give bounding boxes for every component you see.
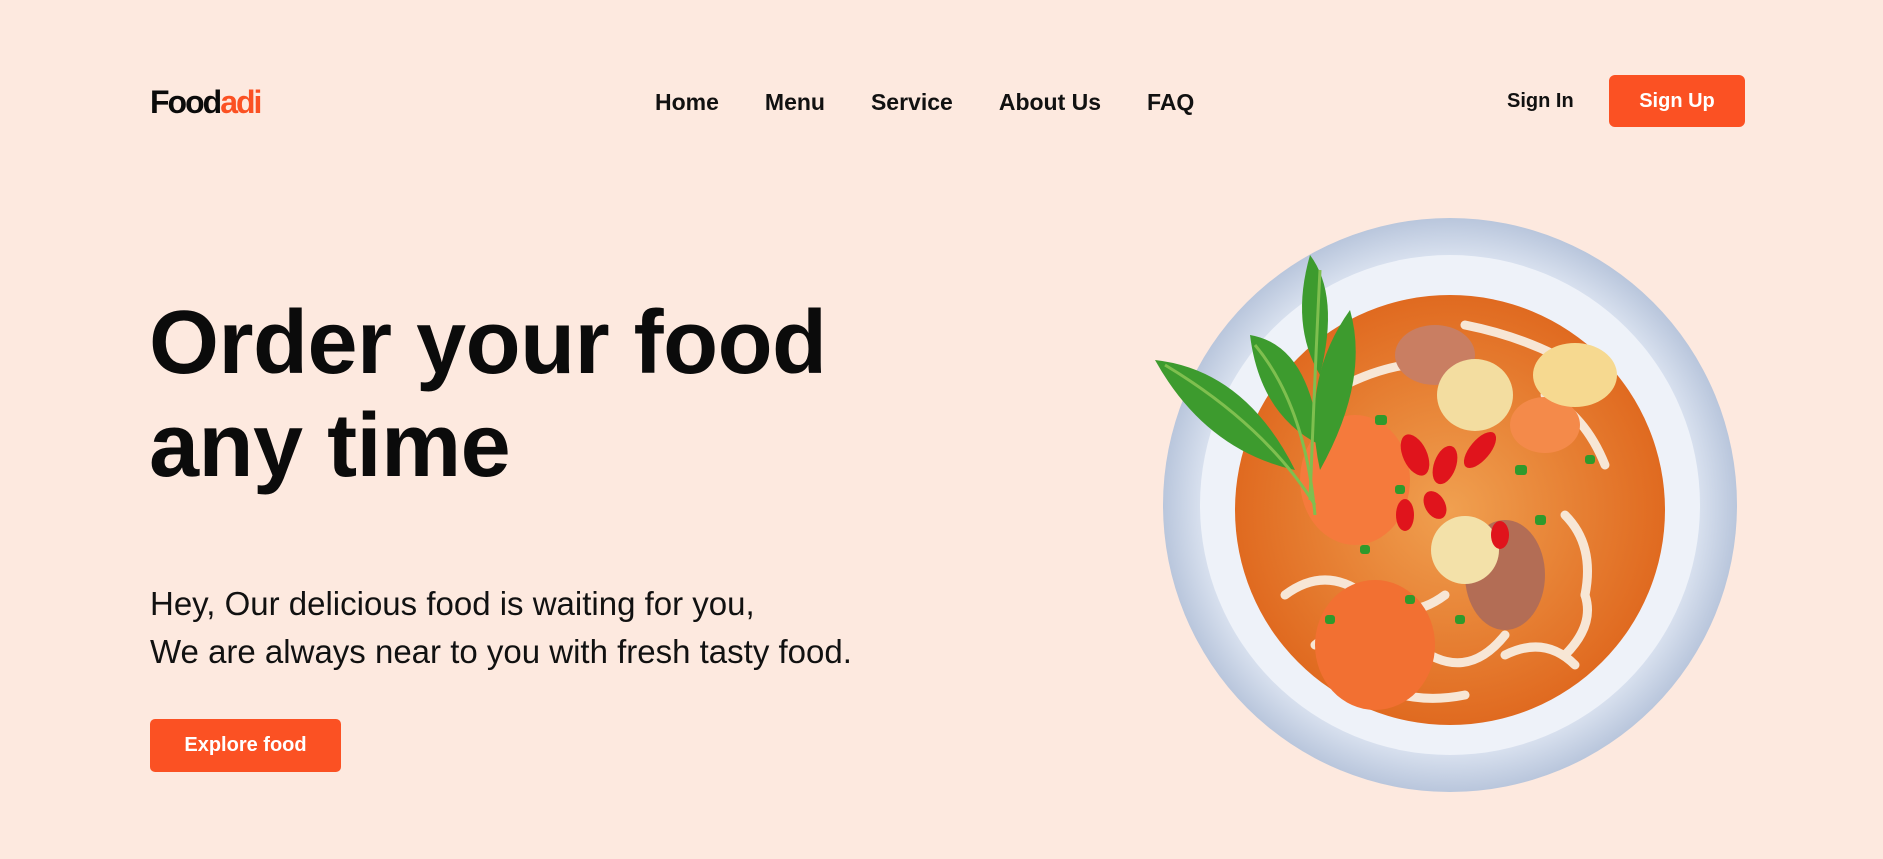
hero-headline: Order your food any time	[149, 292, 827, 498]
hero-subtitle-line-2: We are always near to you with fresh tas…	[150, 633, 852, 670]
hero-subtitle-line-1: Hey, Our delicious food is waiting for y…	[150, 585, 755, 622]
logo[interactable]: Foodadi	[150, 82, 262, 122]
nav-home[interactable]: Home	[655, 86, 719, 118]
logo-text-accent: adi	[220, 84, 262, 120]
sign-up-button[interactable]: Sign Up	[1609, 75, 1745, 127]
nav-about-us[interactable]: About Us	[999, 86, 1101, 118]
sign-in-link[interactable]: Sign In	[1507, 86, 1574, 116]
logo-text-main: Food	[150, 84, 222, 120]
main-nav: Home Menu Service About Us FAQ	[655, 86, 1194, 118]
food-bowl-image	[1145, 215, 1745, 815]
nav-faq[interactable]: FAQ	[1147, 86, 1194, 118]
nav-service[interactable]: Service	[871, 86, 953, 118]
noodle-bowl-illustration	[1155, 218, 1737, 792]
hero-headline-line-2: any time	[149, 396, 511, 496]
nav-menu[interactable]: Menu	[765, 86, 825, 118]
hero-headline-line-1: Order your food	[149, 293, 827, 393]
explore-food-button[interactable]: Explore food	[150, 719, 341, 772]
hero-subtitle: Hey, Our delicious food is waiting for y…	[150, 580, 852, 676]
